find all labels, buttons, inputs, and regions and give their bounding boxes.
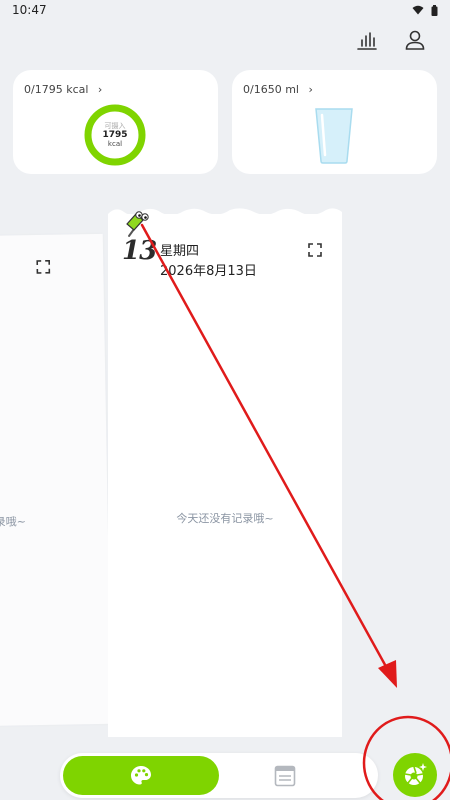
expand-icon[interactable]	[36, 259, 51, 274]
diary-page-previous[interactable]: 录哦~	[0, 233, 112, 727]
user-icon[interactable]	[403, 28, 427, 52]
paper-clip-mascot-icon	[126, 211, 149, 237]
status-time: 10:47	[12, 3, 47, 17]
chevron-right-icon: ›	[97, 83, 103, 96]
camera-fab-button[interactable]	[393, 753, 437, 797]
water-card[interactable]: 0/1650 ml ›	[232, 70, 437, 174]
weekday: 星期四	[160, 244, 200, 259]
chevron-right-icon: ›	[308, 83, 313, 96]
calorie-ring: 可摄入 1795 kcal	[83, 103, 147, 167]
ring-label: 可摄入	[104, 121, 126, 130]
camera-sparkle-icon	[404, 763, 427, 785]
ring-value: 1795	[102, 129, 128, 140]
water-glass-icon	[315, 108, 353, 164]
full-date: 2026年8月13日	[160, 264, 257, 279]
diary-page-current[interactable]: 13 星期四 2026年8月13日 今天还没有记录哦~	[108, 208, 342, 737]
palette-icon	[131, 765, 151, 784]
calorie-card[interactable]: 0/1795 kcal › 可摄入 1795 kcal	[13, 70, 218, 174]
status-icons	[412, 4, 438, 16]
tab-palette[interactable]	[63, 756, 219, 795]
empty-message: 今天还没有记录哦~	[176, 512, 274, 525]
status-bar: 10:47	[0, 0, 450, 20]
bar-chart-icon[interactable]	[355, 28, 379, 52]
wifi-icon	[412, 5, 424, 15]
water-summary: 0/1650 ml ›	[243, 83, 313, 96]
battery-icon	[431, 4, 438, 16]
calorie-summary: 0/1795 kcal ›	[24, 83, 103, 96]
bottom-tab-bar	[60, 753, 378, 798]
diary-icon	[274, 765, 296, 787]
ring-text: 可摄入 1795 kcal	[83, 103, 147, 167]
tab-diary[interactable]	[272, 763, 298, 789]
expand-icon[interactable]	[308, 243, 322, 257]
empty-message: 录哦~	[0, 515, 27, 529]
day-number: 13	[122, 236, 157, 266]
ring-unit: kcal	[107, 140, 123, 149]
